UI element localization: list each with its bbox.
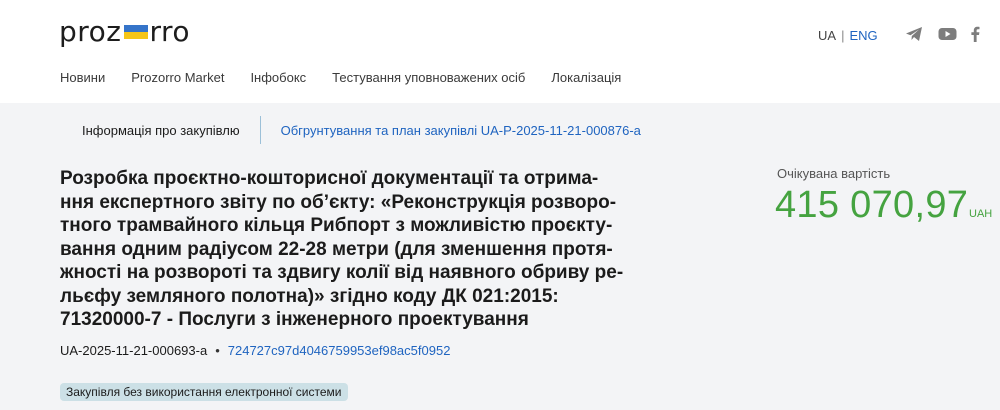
tab-plan-link[interactable]: Обгрунтування та план закупівлі UA-P-202… bbox=[261, 123, 641, 138]
logo-text-right: rro bbox=[149, 14, 191, 48]
logo-text-left: proz bbox=[59, 14, 122, 48]
nav-item-infobox[interactable]: Інфобокс bbox=[250, 70, 306, 85]
nav-item-news[interactable]: Новини bbox=[60, 70, 105, 85]
tender-hash-link[interactable]: 724727c97d4046759953ef98ac5f0952 bbox=[228, 343, 451, 358]
prozorro-logo[interactable]: proz rro bbox=[59, 14, 190, 48]
procurement-type-badge: Закупівля без використання електронної с… bbox=[60, 383, 348, 401]
language-switcher: UA | ENG bbox=[818, 28, 878, 43]
tender-ids: UA-2025-11-21-000693-a • 724727c97d40467… bbox=[60, 343, 450, 358]
nav-item-localization[interactable]: Локалізація bbox=[551, 70, 621, 85]
ukraine-flag-icon bbox=[123, 19, 149, 43]
lang-ua[interactable]: UA bbox=[818, 28, 836, 43]
expected-value-label: Очікувана вартість bbox=[777, 166, 891, 181]
facebook-icon[interactable] bbox=[969, 26, 981, 42]
youtube-icon[interactable] bbox=[938, 26, 957, 42]
tender-title: Розробка проєктно-кошторисної документац… bbox=[60, 167, 680, 332]
telegram-icon[interactable] bbox=[905, 26, 923, 42]
tender-title-line: 71320000-7 - Послуги з інженерного проек… bbox=[60, 309, 529, 330]
tender-title-line: жності на розвороті та здвигу колії від … bbox=[60, 262, 624, 283]
top-bar: proz rro UA | ENG Новини Prozorro Market… bbox=[0, 0, 1000, 103]
tender-title-line: вання одним радіусом 22-28 метри (для зм… bbox=[60, 238, 613, 260]
tender-tabs: Інформація про закупівлю Обгрунтування т… bbox=[60, 116, 641, 144]
tender-title-line: ння експертного звіту по об’єкту: «Рекон… bbox=[60, 191, 617, 213]
id-separator: • bbox=[215, 343, 220, 358]
nav-item-testing[interactable]: Тестування уповноважених осіб bbox=[332, 70, 525, 85]
expected-value-amount: 415 070,97 bbox=[775, 184, 969, 226]
lang-eng[interactable]: ENG bbox=[849, 28, 877, 43]
main-nav: Новини Prozorro Market Інфобокс Тестуван… bbox=[60, 70, 647, 85]
lang-separator: | bbox=[841, 28, 845, 43]
tender-title-line: льєфу земляного полотна)» згідно коду ДК… bbox=[60, 285, 559, 307]
tender-title-line: Розробка проєктно-кошторисної документац… bbox=[60, 168, 599, 189]
tab-procurement-info[interactable]: Інформація про закупівлю bbox=[60, 123, 260, 138]
tender-id: UA-2025-11-21-000693-a bbox=[60, 343, 208, 358]
tender-title-line: тного трамвайного кільця Рибпорт з можли… bbox=[60, 215, 613, 236]
nav-item-prozorro-market[interactable]: Prozorro Market bbox=[131, 70, 224, 85]
expected-value-currency: UAH bbox=[969, 208, 993, 220]
